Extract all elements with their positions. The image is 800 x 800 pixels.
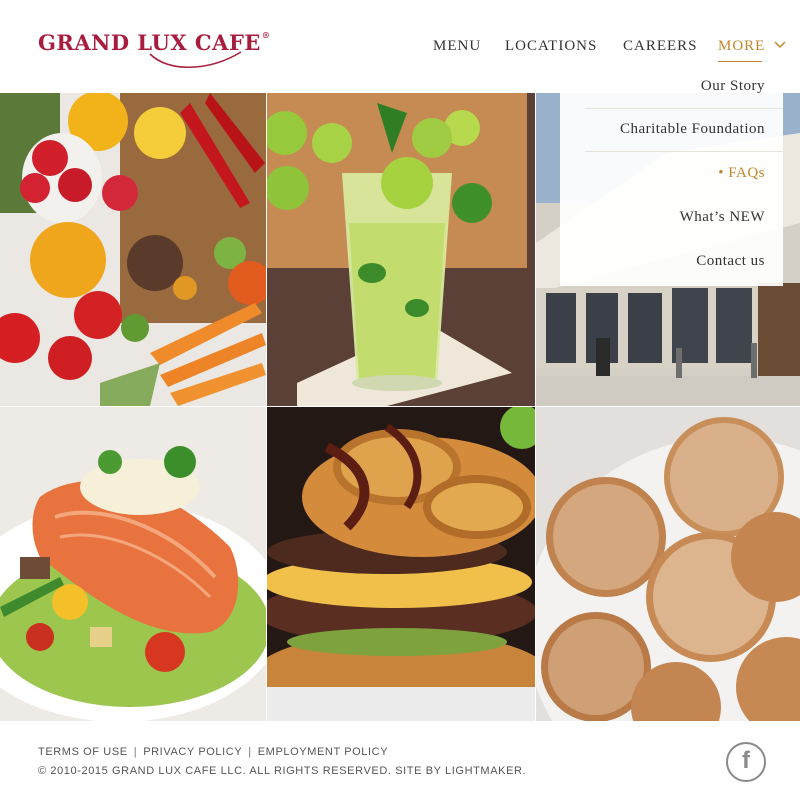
dropdown-divider bbox=[585, 151, 783, 152]
dropdown-item-faqs[interactable]: • FAQs bbox=[718, 165, 765, 182]
fresh-produce-photo bbox=[0, 93, 266, 406]
copyright-text: © 2010-2015 GRAND LUX CAFE LLC. ALL RIGH… bbox=[38, 765, 527, 777]
sugar-donuts-photo bbox=[536, 407, 800, 721]
terms-of-use-link[interactable]: TERMS OF USE bbox=[38, 746, 128, 758]
more-dropdown-menu: Our Story Charitable Foundation • FAQs W… bbox=[560, 68, 783, 286]
logo-swash bbox=[149, 51, 242, 69]
employment-policy-link[interactable]: EMPLOYMENT POLICY bbox=[258, 746, 388, 758]
nav-menu[interactable]: MENU bbox=[433, 38, 481, 58]
dropdown-item-our-story[interactable]: Our Story bbox=[701, 78, 765, 95]
salmon-dish-photo bbox=[0, 407, 266, 721]
privacy-policy-link[interactable]: PRIVACY POLICY bbox=[143, 746, 242, 758]
nav-more-label: MORE bbox=[718, 38, 766, 54]
nav-more-active-underline bbox=[718, 61, 762, 62]
mojito-drink-photo bbox=[267, 93, 535, 406]
registered-mark: ® bbox=[261, 30, 271, 40]
nav-locations[interactable]: LOCATIONS bbox=[505, 38, 597, 58]
dropdown-item-whats-new[interactable]: What’s NEW bbox=[680, 209, 765, 226]
site-footer: TERMS OF USE | PRIVACY POLICY | EMPLOYMENT P… bbox=[0, 721, 800, 800]
footer-links: TERMS OF USE | PRIVACY POLICY | EMPLOYMENT P… bbox=[38, 746, 388, 758]
facebook-link[interactable]: f bbox=[726, 742, 766, 782]
dropdown-item-contact-us[interactable]: Contact us bbox=[696, 253, 765, 270]
chevron-down-icon bbox=[774, 41, 786, 49]
nav-careers[interactable]: CAREERS bbox=[623, 38, 698, 58]
facebook-icon: f bbox=[742, 747, 750, 774]
nav-more[interactable]: MORE bbox=[718, 38, 786, 58]
footer-separator: | bbox=[133, 746, 138, 758]
dropdown-item-charitable-foundation[interactable]: Charitable Foundation bbox=[620, 121, 765, 138]
burger-photo bbox=[267, 407, 535, 721]
footer-separator: | bbox=[248, 746, 252, 758]
dropdown-divider bbox=[585, 108, 783, 109]
